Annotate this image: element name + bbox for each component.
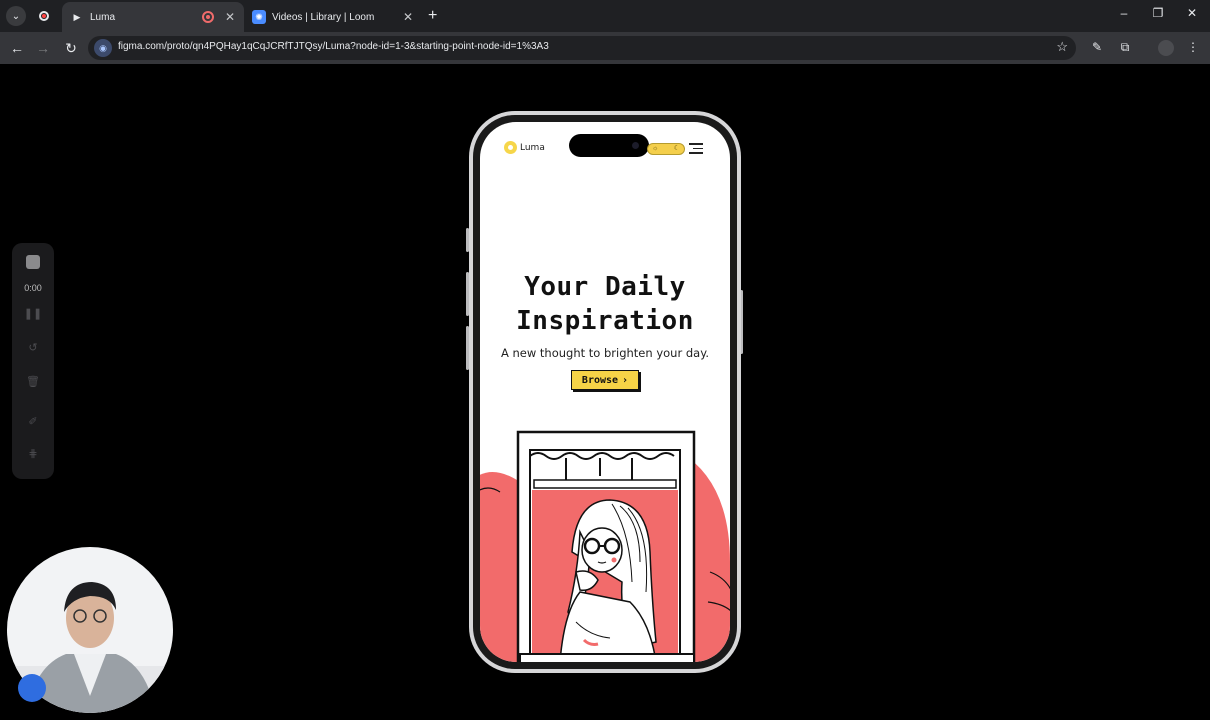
delete-icon[interactable]: 🗑 xyxy=(12,375,54,388)
window-woman-illustration xyxy=(480,430,730,662)
recording-timer: 0:00 xyxy=(24,283,42,293)
minimize-button[interactable]: – xyxy=(1114,6,1134,20)
extensions-icon[interactable]: ⧉ xyxy=(1116,40,1134,55)
tab-title: Videos | Library | Loom xyxy=(272,11,375,23)
hero-title-line-1: Your Daily xyxy=(524,272,686,302)
restore-button[interactable]: ❐ xyxy=(1148,6,1168,20)
tab-recording-icon xyxy=(202,11,214,23)
browse-label: Browse xyxy=(581,374,619,386)
url-text[interactable]: figma.com/proto/qn4PQHay1qCqJCRfTJTQsy/L… xyxy=(118,41,549,52)
tab-search-chevron-icon[interactable]: ⌄ xyxy=(6,6,26,26)
tab-close-icon[interactable]: ✕ xyxy=(222,10,238,24)
reload-button[interactable]: ↻ xyxy=(62,39,80,57)
tab-close-icon[interactable]: ✕ xyxy=(400,10,416,24)
sun-icon: ☼ xyxy=(652,145,659,152)
figma-play-icon: ▶ xyxy=(73,11,81,22)
stop-icon[interactable] xyxy=(26,255,40,269)
pen-icon[interactable]: ✎ xyxy=(1088,40,1106,54)
tab-luma[interactable]: ▶ Luma ✕ xyxy=(62,2,244,32)
new-tab-button[interactable]: + xyxy=(428,7,437,25)
browse-button[interactable]: Browse › xyxy=(571,370,639,390)
luma-logo[interactable]: Luma xyxy=(504,141,545,154)
theme-toggle[interactable]: ☼ ☾ xyxy=(647,143,685,155)
webcam-bubble[interactable] xyxy=(6,546,176,716)
loom-control-bar: 0:00 ❚❚ ↺ 🗑 ✐ ⋕ xyxy=(12,243,54,479)
menu-kebab-icon[interactable]: ⋮ xyxy=(1184,40,1202,54)
draw-icon[interactable]: ✐ xyxy=(12,415,54,428)
browser-toolbar: ← → ↻ ◉ figma.com/proto/qn4PQHay1qCqJCRf… xyxy=(0,32,1210,64)
pause-icon[interactable]: ❚❚ xyxy=(12,307,54,320)
tab-loom-library[interactable]: ✺ Videos | Library | Loom ✕ xyxy=(244,2,422,32)
site-info-icon[interactable]: ◉ xyxy=(94,39,112,57)
logo-text: Luma xyxy=(520,142,545,153)
hero-title-line-2: Inspiration xyxy=(516,306,694,336)
tab-title: Luma xyxy=(90,11,116,23)
window-close-button[interactable]: ✕ xyxy=(1182,6,1202,20)
forward-button[interactable]: → xyxy=(34,39,52,57)
back-button[interactable]: ← xyxy=(8,39,26,57)
loom-icon: ✺ xyxy=(252,10,266,24)
profile-avatar[interactable] xyxy=(1158,40,1174,56)
hamburger-menu-icon[interactable] xyxy=(689,143,703,157)
chevron-right-icon: › xyxy=(622,374,629,386)
luma-logo-icon xyxy=(504,141,517,154)
hero-subtitle: A new thought to brighten your day. xyxy=(500,346,710,360)
dynamic-island xyxy=(569,134,649,157)
address-bar[interactable]: ◉ figma.com/proto/qn4PQHay1qCqJCRfTJTQsy… xyxy=(88,36,1076,60)
moon-icon: ☾ xyxy=(673,145,680,152)
phone-screen: Luma ☼ ☾ Your Daily Inspiration A new th… xyxy=(480,122,730,662)
restart-icon[interactable]: ↺ xyxy=(12,341,54,354)
recording-indicator-icon xyxy=(36,8,52,24)
tab-strip: ⌄ ▶ Luma ✕ ✺ Videos | Library | Loom ✕ +… xyxy=(0,0,1210,32)
grid-icon[interactable]: ⋕ xyxy=(12,447,54,460)
phone-frame: Luma ☼ ☾ Your Daily Inspiration A new th… xyxy=(469,111,741,673)
bookmark-star-icon[interactable]: ☆ xyxy=(1056,39,1068,55)
hero-title: Your Daily Inspiration xyxy=(480,270,730,338)
